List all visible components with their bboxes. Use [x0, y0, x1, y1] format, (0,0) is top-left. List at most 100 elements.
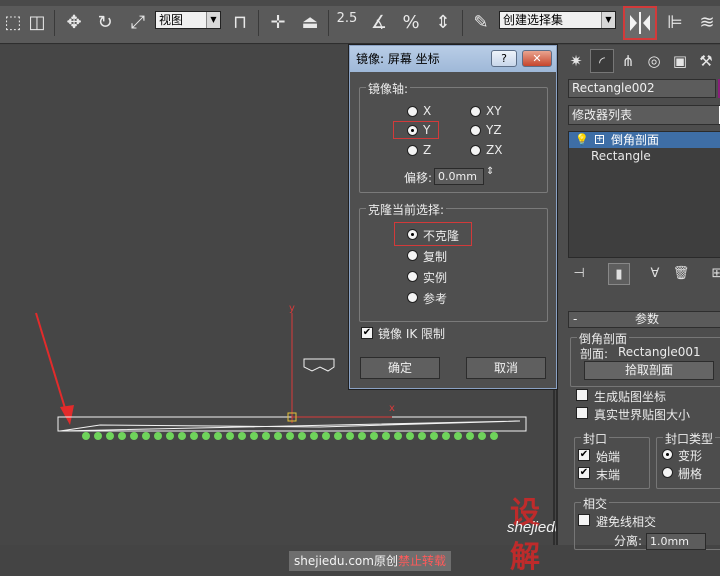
modifier-list-label: 修改器列表	[572, 108, 633, 122]
group-title: 封口	[581, 430, 610, 447]
axis-y-label: y	[289, 303, 295, 314]
select-region-icon[interactable]: ⬚	[0, 10, 26, 36]
main-toolbar: ⬚ ◫ ✥ ↻ ⤢ 视图 ▼ ⊓ ✛ ⏏ 2.5 ∡ % ⇕ ✎ 创建选择集 ▼…	[0, 0, 720, 44]
expand-icon[interactable]: +	[595, 135, 604, 144]
cap-grid-radio[interactable]	[662, 467, 673, 478]
no-clone-label: 不克隆	[423, 229, 460, 243]
utilities-tab-icon[interactable]: ⚒	[694, 49, 718, 73]
stack-item-rectangle[interactable]: Rectangle	[569, 148, 720, 164]
gen-mapping-checkbox[interactable]	[576, 389, 588, 401]
show-end-result-icon[interactable]: ▮	[608, 263, 630, 285]
cap-morph-radio[interactable]	[662, 449, 673, 460]
axis-z-radio[interactable]	[407, 145, 418, 156]
mirror-ik-label: 镜像 IK 限制	[378, 327, 446, 341]
mirror-button[interactable]	[623, 6, 657, 40]
motion-tab-icon[interactable]: ◎	[642, 49, 666, 73]
select-manipulate-icon[interactable]: ✛	[265, 10, 291, 36]
make-unique-icon[interactable]: ∀	[644, 263, 666, 285]
lightbulb-icon[interactable]: 💡	[575, 132, 589, 148]
hierarchy-tab-icon[interactable]: ⋔	[616, 49, 640, 73]
offset-label: 偏移:	[404, 171, 433, 185]
axis-z-label: Z	[423, 143, 432, 157]
credit-text: shejiedu.com原创	[294, 554, 398, 568]
parameters-rollout-header[interactable]: - 参数	[568, 311, 720, 328]
named-selection-set[interactable]: 创建选择集 ▼	[499, 11, 616, 29]
mirror-ik-checkbox[interactable]: ✔	[361, 327, 373, 339]
separation-spinner[interactable]: 1.0mm	[646, 533, 706, 550]
copy-radio[interactable]	[407, 250, 418, 261]
axis-zx-label: ZX	[486, 143, 503, 157]
axis-x-radio[interactable]	[407, 106, 418, 117]
toolbar-separator	[258, 10, 259, 36]
cap-end-checkbox[interactable]: ✔	[578, 467, 590, 479]
group-title: 相交	[581, 495, 610, 512]
scale-icon[interactable]: ⤢	[125, 10, 151, 36]
menu-strip	[0, 0, 720, 6]
credit-badge: shejiedu.com原创禁止转载	[289, 551, 451, 571]
cancel-button[interactable]: 取消	[466, 357, 546, 379]
spinner-arrows-icon[interactable]: ⇕	[486, 166, 494, 177]
close-button[interactable]: ✕	[522, 50, 552, 67]
create-tab-icon[interactable]: ✷	[564, 49, 588, 73]
align-icon[interactable]: ⊫	[662, 10, 688, 36]
modify-tab-icon[interactable]: ◜	[590, 49, 614, 73]
cap-end-label: 末端	[596, 468, 621, 482]
gen-mapping-label: 生成贴图坐标	[594, 390, 667, 404]
stack-item-bevel-profile[interactable]: 💡 + 倒角剖面	[569, 132, 720, 148]
cap-start-checkbox[interactable]: ✔	[578, 449, 590, 461]
stack-toolbar: ⊣ ▮ ∀ 🗑 ⊞	[568, 263, 720, 285]
move-icon[interactable]: ✥	[61, 10, 87, 36]
profile-value: Rectangle001	[618, 345, 701, 359]
pin-stack-icon[interactable]: ⊣	[568, 263, 590, 285]
snap-toggle-icon[interactable]: 2.5	[334, 10, 360, 36]
object-name-field[interactable]: Rectangle002	[568, 79, 716, 98]
avoid-intersect-label: 避免线相交	[596, 515, 657, 529]
toolbar-separator	[54, 10, 55, 36]
angle-snap-icon[interactable]: ∡	[366, 10, 392, 36]
reference-coordinate-value: 视图	[159, 13, 184, 27]
axis-zx-radio[interactable]	[470, 145, 481, 156]
axis-y-radio[interactable]	[407, 125, 418, 136]
named-selection-placeholder: 创建选择集	[503, 13, 564, 27]
instance-radio[interactable]	[407, 271, 418, 282]
credit-warning: 禁止转载	[397, 554, 446, 568]
snap-value: 2.5	[336, 11, 358, 26]
layer-manager-icon[interactable]: ≋	[694, 10, 720, 36]
axis-yz-radio[interactable]	[470, 125, 481, 136]
modifier-list-dropdown[interactable]: 修改器列表	[568, 105, 720, 125]
percent-snap-icon[interactable]: %	[398, 10, 424, 36]
cap-start-label: 始端	[596, 450, 621, 464]
ok-button[interactable]: 确定	[360, 357, 440, 379]
chevron-down-icon: ▼	[601, 12, 615, 28]
remove-modifier-icon[interactable]: 🗑	[670, 263, 692, 285]
spinner-snap-icon[interactable]: ⇕	[430, 10, 456, 36]
command-panel-tabs: ✷ ◜ ⋔ ◎ ▣ ⚒	[564, 49, 720, 73]
configure-sets-icon[interactable]: ⊞	[706, 263, 720, 285]
command-panel: ✷ ◜ ⋔ ◎ ▣ ⚒ Rectangle002 修改器列表 💡 + 倒角剖面 …	[556, 45, 720, 550]
window-crossing-icon[interactable]: ◫	[24, 10, 50, 36]
offset-spinner[interactable]: 0.0mm	[434, 168, 484, 185]
instance-label: 实例	[423, 271, 448, 285]
edit-named-selection-icon[interactable]: ✎	[468, 10, 494, 36]
stack-item-label: Rectangle	[591, 149, 651, 163]
chevron-down-icon: ▼	[206, 12, 220, 28]
group-title: 克隆当前选择:	[366, 201, 447, 218]
group-title: 镜像轴:	[366, 80, 411, 97]
reference-coordinate-select[interactable]: 视图 ▼	[155, 11, 221, 29]
profile-label: 剖面:	[580, 347, 609, 361]
real-world-checkbox[interactable]	[576, 407, 588, 419]
axis-xy-radio[interactable]	[470, 106, 481, 117]
group-title: 封口类型	[663, 430, 716, 447]
help-button[interactable]: ?	[491, 50, 517, 67]
display-tab-icon[interactable]: ▣	[668, 49, 692, 73]
cap-grid-label: 栅格	[678, 467, 703, 481]
rotate-icon[interactable]: ↻	[92, 10, 118, 36]
mirror-icon	[630, 12, 650, 34]
no-clone-radio[interactable]	[407, 229, 418, 240]
reference-radio[interactable]	[407, 292, 418, 303]
avoid-intersect-checkbox[interactable]	[578, 514, 590, 526]
reference-label: 参考	[423, 292, 448, 306]
keyboard-shortcut-icon[interactable]: ⏏	[297, 10, 323, 36]
pivot-center-icon[interactable]: ⊓	[227, 10, 253, 36]
pick-profile-button[interactable]: 拾取剖面	[584, 361, 714, 380]
